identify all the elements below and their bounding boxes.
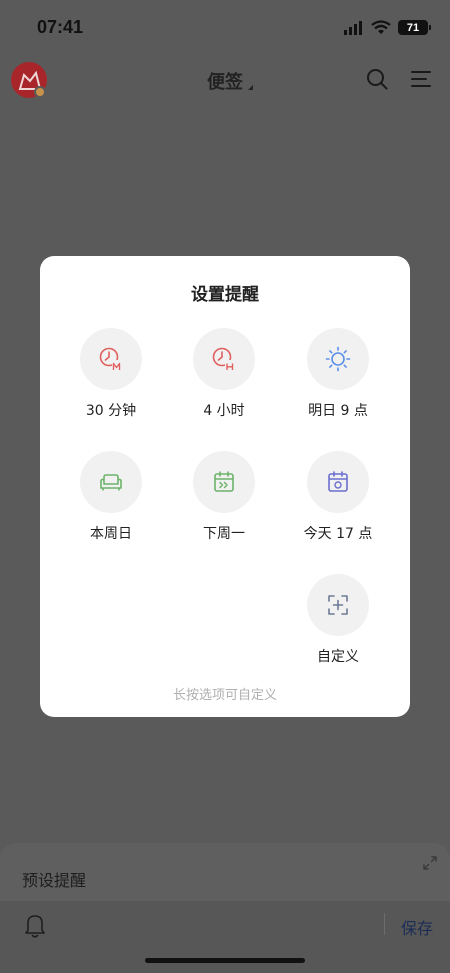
option-custom[interactable]: 自定义 [288,574,388,666]
option-today-17-circle[interactable] [307,451,369,513]
battery-level: 71 [406,21,420,34]
status-icons: 71 [344,20,431,35]
home-indicator [145,958,305,963]
sofa-icon [100,474,122,491]
option-tomorrow-9am-circle[interactable] [307,328,369,390]
dialog-hint: 长按选项可自定义 [172,688,277,703]
app-header: 便签 [0,56,450,106]
option-next-monday[interactable]: 下周一 [174,451,274,543]
save-button[interactable]: 保存 [401,915,433,939]
option-label: 4 小时 [203,403,245,419]
option-tomorrow-9am[interactable]: 明日 9 点 [288,328,388,420]
search-icon[interactable] [366,68,388,90]
clock-hours-icon [212,347,236,371]
wifi-icon [371,20,391,34]
option-4-hours-circle[interactable] [193,328,255,390]
option-today-17[interactable]: 今天 17 点 [288,451,388,543]
custom-add-icon [328,595,348,615]
preset-reminder-label: 预设提醒 [22,871,87,890]
status-bar: 07:41 71 [0,0,450,56]
status-time: 07:41 [37,17,84,37]
option-label: 明日 9 点 [308,403,368,419]
option-label: 今天 17 点 [303,526,373,542]
expand-icon[interactable] [422,855,438,871]
option-this-sunday-circle[interactable] [80,451,142,513]
divider [384,913,385,935]
option-label: 自定义 [317,649,359,665]
calendar-today-icon [328,471,348,492]
calendar-next-week-icon [214,471,234,492]
preset-reminder-bar[interactable]: 预设提醒 [0,843,450,901]
option-4-hours[interactable]: 4 小时 [174,328,274,420]
option-label: 30 分钟 [85,403,137,419]
option-label: 下周一 [203,526,245,542]
option-30-minutes[interactable]: 30 分钟 [61,328,161,420]
option-this-sunday[interactable]: 本周日 [61,451,161,543]
bell-icon[interactable] [23,913,47,939]
menu-icon[interactable] [410,69,432,89]
set-reminder-dialog: 设置提醒 30 分钟 4 小时 明日 9 点 本周日 下周一 今天 17 点 自… [40,256,410,717]
option-30-minutes-circle[interactable] [80,328,142,390]
battery-icon: 71 [398,20,431,35]
option-custom-circle[interactable] [307,574,369,636]
clock-minutes-icon [99,347,123,371]
option-label: 本周日 [90,526,132,542]
sun-icon [325,346,351,372]
cellular-signal-icon [344,20,362,35]
bottom-sheet: 预设提醒 保存 [0,843,450,973]
option-next-monday-circle[interactable] [193,451,255,513]
dialog-title: 设置提醒 [191,285,259,305]
title-dropdown-icon[interactable] [248,85,253,90]
